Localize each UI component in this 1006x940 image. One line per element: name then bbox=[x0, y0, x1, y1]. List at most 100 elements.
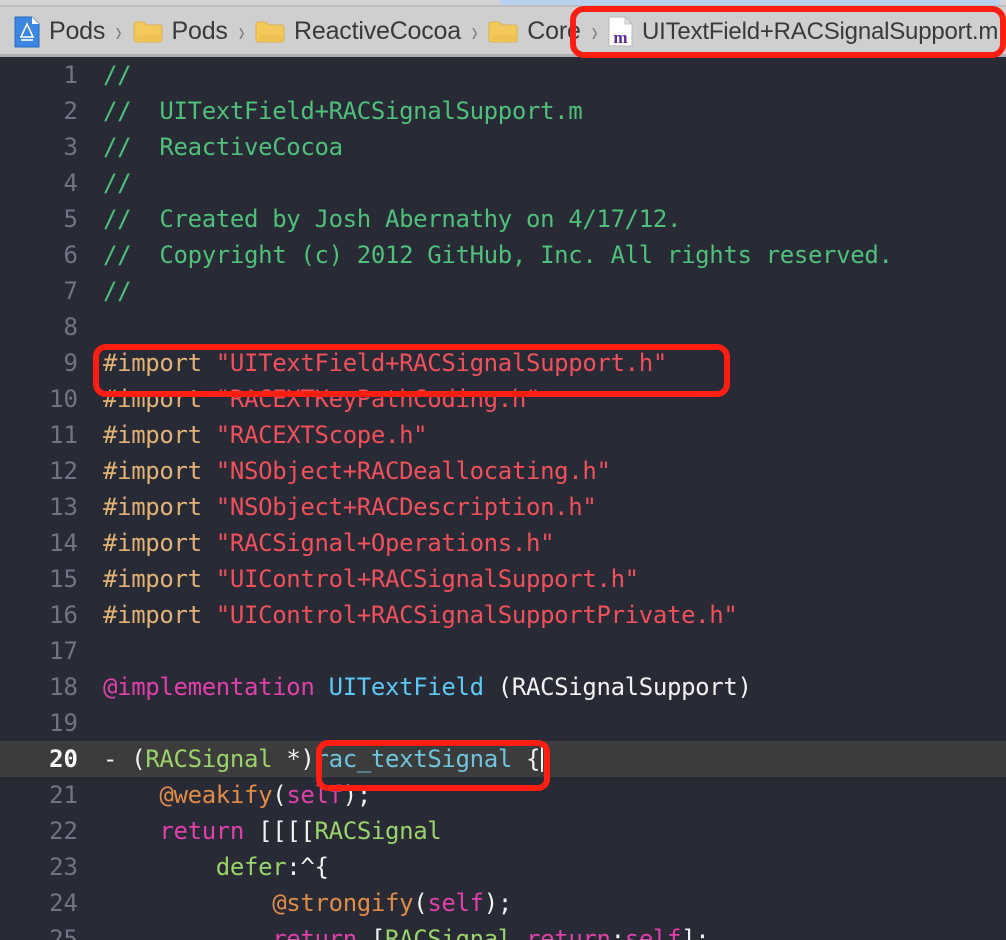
code-line-text: @strongify(self); bbox=[103, 885, 512, 921]
code-token: @strongify bbox=[272, 889, 414, 917]
code-token: // bbox=[103, 277, 132, 305]
code-line[interactable]: 1 // bbox=[0, 57, 1006, 93]
folder-icon bbox=[488, 20, 518, 44]
code-token: ); bbox=[483, 889, 513, 917]
line-number: 11 bbox=[49, 421, 78, 449]
code-line-text: #import "UITextField+RACSignalSupport.h" bbox=[103, 345, 667, 381]
breadcrumb-item-core[interactable]: Core bbox=[488, 17, 581, 46]
code-token: RACSignal bbox=[385, 925, 512, 940]
line-number: 4 bbox=[63, 169, 78, 197]
code-line[interactable]: 4 // bbox=[0, 165, 1006, 201]
code-token: #import bbox=[103, 349, 216, 377]
code-line[interactable]: 16 #import "UIControl+RACSignalSupportPri… bbox=[0, 597, 1006, 633]
code-line[interactable]: 20 - (RACSignal *)rac_textSignal { bbox=[0, 741, 1006, 777]
code-line[interactable]: 19 bbox=[0, 705, 1006, 741]
breadcrumb[interactable]: Pods › Pods › ReactiveCocoa › Core › m UITextFiel… bbox=[0, 7, 1006, 56]
code-token: self bbox=[286, 781, 343, 809]
code-line[interactable]: 8 bbox=[0, 309, 1006, 345]
folder-icon bbox=[255, 20, 285, 44]
code-token: // Created by Josh Abernathy on 4/17/12. bbox=[103, 205, 682, 233]
breadcrumb-item-pods[interactable]: Pods bbox=[133, 17, 228, 46]
code-token: #import bbox=[103, 493, 216, 521]
code-line-text: // Created by Josh Abernathy on 4/17/12. bbox=[103, 201, 681, 237]
breadcrumb-file-crumb[interactable]: m UITextField+RACSignalSupport.m bbox=[608, 16, 998, 47]
line-number: 22 bbox=[49, 817, 78, 845]
code-token: @weakify bbox=[159, 781, 273, 809]
code-token: (RACSignalSupport) bbox=[483, 673, 752, 701]
code-token: ( bbox=[413, 889, 428, 917]
breadcrumb-item-pods[interactable]: Pods bbox=[14, 16, 105, 48]
line-number: 9 bbox=[63, 349, 78, 377]
code-line[interactable]: 3 // ReactiveCocoa bbox=[0, 129, 1006, 165]
code-token: "UITextField+RACSignalSupport.h" bbox=[215, 349, 668, 377]
code-line[interactable]: 24 @strongify(self); bbox=[0, 885, 1006, 921]
code-line[interactable]: 21 @weakify(self); bbox=[0, 777, 1006, 813]
line-number: 21 bbox=[49, 781, 78, 809]
code-token: defer bbox=[215, 853, 287, 881]
code-token: return bbox=[272, 925, 357, 940]
code-token: @implementation bbox=[103, 673, 329, 701]
file-type-letter: m bbox=[613, 27, 628, 47]
code-line[interactable]: 13 #import "NSObject+RACDescription.h" bbox=[0, 489, 1006, 525]
code-line[interactable]: 25 return [RACSignal return:self]; bbox=[0, 921, 1006, 940]
code-line-text: // ReactiveCocoa bbox=[103, 129, 343, 165]
code-token: #import bbox=[103, 421, 216, 449]
code-line[interactable]: 9 #import "UITextField+RACSignalSupport.h… bbox=[0, 345, 1006, 381]
code-line[interactable]: 2 // UITextField+RACSignalSupport.m bbox=[0, 93, 1006, 129]
breadcrumb-item-label: Pods bbox=[171, 17, 228, 45]
breadcrumb-separator-icon: › bbox=[238, 15, 245, 47]
code-line[interactable]: 11 #import "RACEXTScope.h" bbox=[0, 417, 1006, 453]
text-cursor bbox=[541, 746, 544, 772]
line-number: 7 bbox=[63, 277, 78, 305]
code-token: [[[[ bbox=[244, 817, 315, 845]
code-line[interactable]: 10 #import "RACEXTKeyPathCoding.h" bbox=[0, 381, 1006, 417]
code-line[interactable]: 5 // Created by Josh Abernathy on 4/17/12… bbox=[0, 201, 1006, 237]
line-number: 12 bbox=[49, 457, 78, 485]
code-line-text: defer:^{ bbox=[103, 849, 329, 885]
code-token: UITextField bbox=[328, 673, 484, 701]
code-line-text: @weakify(self); bbox=[103, 777, 371, 813]
code-token: return bbox=[526, 925, 611, 940]
line-number: 19 bbox=[49, 709, 78, 737]
line-number: 13 bbox=[49, 493, 78, 521]
breadcrumb-item-reactivecocoa[interactable]: ReactiveCocoa bbox=[255, 17, 461, 46]
breadcrumb-item-label: Core bbox=[527, 17, 581, 45]
code-line-text: #import "UIControl+RACSignalSupport.h" bbox=[103, 561, 639, 597]
code-token: ( bbox=[272, 781, 287, 809]
code-line-text: #import "NSObject+RACDeallocating.h" bbox=[103, 453, 611, 489]
code-token: "UIControl+RACSignalSupport.h" bbox=[215, 565, 639, 593]
code-token: self bbox=[624, 925, 682, 940]
code-line[interactable]: 6 // Copyright (c) 2012 GitHub, Inc. All … bbox=[0, 237, 1006, 273]
code-line[interactable]: 7 // bbox=[0, 273, 1006, 309]
code-line-text: #import "RACEXTScope.h" bbox=[103, 417, 428, 453]
code-line[interactable]: 14 #import "RACSignal+Operations.h" bbox=[0, 525, 1006, 561]
code-line[interactable]: 17 bbox=[0, 633, 1006, 669]
breadcrumb-separator-icon: › bbox=[115, 15, 122, 47]
code-line-text: // bbox=[103, 57, 132, 93]
code-line[interactable]: 12 #import "NSObject+RACDeallocating.h" bbox=[0, 453, 1006, 489]
code-line-text: @implementation UITextField (RACSignalSu… bbox=[103, 669, 752, 705]
code-token: // ReactiveCocoa bbox=[103, 133, 343, 161]
code-token: self bbox=[427, 889, 484, 917]
code-token: return bbox=[159, 817, 245, 845]
code-line-text: // bbox=[103, 273, 132, 309]
code-line-text: - (RACSignal *)rac_textSignal { bbox=[103, 741, 544, 777]
code-editor[interactable]: 1 // 2 // UITextField+RACSignalSupport.m 3 //… bbox=[0, 57, 1006, 940]
code-line-text: #import "RACEXTKeyPathCoding.h" bbox=[103, 381, 540, 417]
breadcrumb-separator-icon: › bbox=[591, 15, 598, 47]
breadcrumb-item-label: Pods bbox=[49, 17, 106, 45]
code-line[interactable]: 15 #import "UIControl+RACSignalSupport.h" bbox=[0, 561, 1006, 597]
code-line[interactable]: 23 defer:^{ bbox=[0, 849, 1006, 885]
code-token: ); bbox=[342, 781, 372, 809]
line-number: 1 bbox=[63, 61, 78, 89]
code-token: RACSignal bbox=[145, 745, 273, 773]
code-token: : bbox=[610, 925, 625, 940]
code-line[interactable]: 18 @implementation UITextField (RACSignal… bbox=[0, 669, 1006, 705]
code-line[interactable]: 22 return [[[[RACSignal bbox=[0, 813, 1006, 849]
code-line-text: return [[[[RACSignal bbox=[103, 813, 441, 849]
code-token: #import bbox=[103, 457, 216, 485]
code-token: #import bbox=[103, 529, 216, 557]
code-line-text: #import "NSObject+RACDescription.h" bbox=[103, 489, 597, 525]
